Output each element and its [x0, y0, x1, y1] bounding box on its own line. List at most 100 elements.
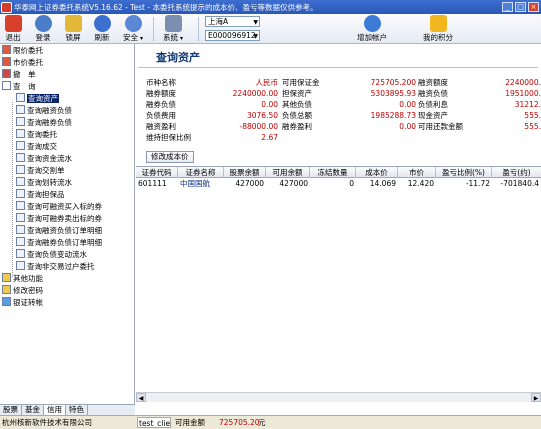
sidebar-item-query-short-debt[interactable]: 查询融券负债 [16, 117, 72, 128]
refresh-icon [93, 15, 111, 32]
system-button[interactable]: 系统 ▾ [161, 15, 185, 43]
table-cell: 14.069 [369, 179, 396, 188]
column-header[interactable]: 股票余额 [224, 167, 266, 178]
company-name: 杭州核新软件技术有限公司 [2, 418, 92, 427]
window-title: 华泰网上证券委托系统V5.16.62 - Test - 本委托系统提示的成本价、… [14, 2, 318, 12]
table-row[interactable]: 601111 中国国航 427000 427000 0 14.069 12.42… [136, 178, 541, 189]
add-account-button[interactable]: 增加帐户 [352, 15, 392, 42]
summary-label: 融券盈利 [282, 122, 312, 131]
summary-label: 负债总额 [282, 111, 312, 120]
key-icon [2, 285, 11, 294]
change-cost-button[interactable]: 修改成本价 [146, 151, 194, 163]
table-header: 证券代码 证券名称 股票余额 可用余额 冻结数量 成本价 市价 盈亏比例(%) … [136, 166, 541, 178]
close-button[interactable]: × [528, 2, 539, 12]
title-bar: 华泰网上证券委托系统V5.16.62 - Test - 本委托系统提示的成本价、… [0, 0, 541, 14]
sidebar-item-query-non-trade-transfer[interactable]: 查询非交易过户委托 [16, 261, 95, 272]
document-icon [16, 177, 25, 186]
summary-label: 其他负债 [282, 100, 312, 109]
tab-stocks[interactable]: 股票 [0, 405, 22, 415]
tree-connector [12, 102, 13, 277]
lock-screen-icon [64, 15, 82, 32]
column-header[interactable]: 证券名称 [178, 167, 224, 178]
sidebar-item-cancel-order[interactable]: 撤 单 [2, 69, 36, 80]
table-cell: 12.420 [407, 179, 434, 188]
folder-open-icon [2, 81, 11, 90]
sidebar-item-other-functions[interactable]: 其他功能 [2, 273, 43, 284]
document-icon [16, 225, 25, 234]
summary-value: -88000.00 [239, 122, 279, 131]
lock-screen-button[interactable]: 锁屏 [63, 15, 83, 42]
tab-funds[interactable]: 基金 [22, 405, 44, 415]
sidebar-item-query-margin-debt[interactable]: 查询融资负债 [16, 105, 72, 116]
scroll-right-icon[interactable]: ▶ [531, 393, 541, 402]
summary-value: 2240000.00 [232, 89, 278, 98]
tab-credit[interactable]: 信用 [44, 405, 66, 415]
sidebar-item-query-assets[interactable]: 查询资产 [16, 93, 59, 104]
chevron-down-icon: ▼ [253, 19, 258, 26]
sidebar-tree: 限价委托 市价委托 撤 单 查 询 查询资产 查询融资负债 查询融券负债 查询委… [0, 44, 135, 404]
sidebar-item-query-short-sell-targets[interactable]: 查询可融券卖出标的券 [16, 213, 102, 224]
sidebar-item-query-collateral[interactable]: 查询担保品 [16, 189, 65, 200]
sidebar-item-query-trades[interactable]: 查询成交 [16, 141, 57, 152]
maximize-button[interactable]: □ [515, 2, 526, 12]
column-header[interactable]: 盈亏比例(%) [436, 167, 492, 178]
table-cell: -11.72 [465, 179, 490, 188]
summary-value: 555. [524, 111, 541, 120]
sidebar-item-query-orders[interactable]: 查询委托 [16, 129, 57, 140]
sidebar-item-change-password[interactable]: 修改密码 [2, 285, 43, 296]
column-header[interactable]: 可用余额 [266, 167, 310, 178]
column-header[interactable]: 盈亏(约) [492, 167, 541, 178]
summary-value: 0.00 [399, 100, 416, 109]
document-icon [16, 153, 25, 162]
folder-icon [2, 273, 11, 282]
sidebar-item-query-debt-change[interactable]: 查询负债变动流水 [16, 249, 87, 260]
summary-value: 人民币 [255, 78, 279, 87]
table-cell: 中国国航 [180, 179, 210, 188]
available-funds-value: 725705.20 [219, 418, 260, 427]
my-points-button[interactable]: 我的积分 [418, 15, 458, 42]
sidebar-item-query-short-debt-detail[interactable]: 查询融券负债订单明细 [16, 237, 102, 248]
currency-unit: 元 [258, 418, 266, 427]
summary-value: 1951000. [505, 89, 541, 98]
column-header[interactable]: 成本价 [356, 167, 398, 178]
sidebar-item-market-order[interactable]: 市价委托 [2, 57, 43, 68]
sidebar-item-query-delivery[interactable]: 查询交割单 [16, 165, 65, 176]
document-icon [16, 261, 25, 270]
sidebar-item-limit-order[interactable]: 限价委托 [2, 45, 43, 56]
minimize-button[interactable]: _ [502, 2, 513, 12]
summary-label: 融券负债 [146, 100, 176, 109]
sidebar-item-query-transfer-flow[interactable]: 查询划转流水 [16, 177, 72, 188]
column-header[interactable]: 证券代码 [136, 167, 178, 178]
toolbar: 退出 登录 锁屏 刷新 安全 ▾ 系统 ▾ 上海A ▼ E000096912 ▼ 增… [0, 14, 541, 44]
summary-label: 融资负债 [418, 89, 448, 98]
status-bar: 杭州核新软件技术有限公司 test_clie 可用金额 725705.20 元 [0, 415, 541, 429]
horizontal-scrollbar[interactable]: ◀ ▶ [136, 392, 541, 402]
login-button[interactable]: 登录 [33, 15, 53, 42]
toolbar-divider [198, 17, 199, 41]
scroll-left-icon[interactable]: ◀ [136, 393, 146, 402]
summary-label: 可用还款金额 [418, 122, 463, 131]
summary-label: 担保资产 [282, 89, 312, 98]
order-icon [2, 45, 11, 54]
refresh-button[interactable]: 刷新 [92, 15, 112, 42]
account-combo[interactable]: E000096912 ▼ [205, 30, 260, 41]
bank-transfer-icon [2, 297, 11, 306]
login-icon [34, 15, 52, 32]
summary-value: 31212. [514, 100, 541, 109]
summary-label: 维持担保比例 [146, 133, 191, 142]
column-header[interactable]: 冻结数量 [310, 167, 356, 178]
sidebar-item-query-margin-debt-detail[interactable]: 查询融资负债订单明细 [16, 225, 102, 236]
sidebar-item-bank-transfer[interactable]: 银证转帐 [2, 297, 43, 308]
column-header[interactable]: 市价 [398, 167, 436, 178]
sidebar-item-query-margin-buy-targets[interactable]: 查询可融资买入标的券 [16, 201, 102, 212]
summary-label: 负债利息 [418, 100, 448, 109]
available-funds-label: 可用金额 [175, 418, 205, 427]
market-combo[interactable]: 上海A ▼ [205, 16, 260, 27]
sidebar-item-query-fund-flow[interactable]: 查询资金流水 [16, 153, 72, 164]
tab-featured[interactable]: 特色 [66, 405, 88, 415]
summary-label: 可用保证金 [282, 78, 320, 87]
sidebar-item-query[interactable]: 查 询 [2, 81, 36, 92]
exit-button[interactable]: 退出 [3, 15, 23, 42]
table-cell: -701840.4 [500, 179, 540, 188]
security-button[interactable]: 安全 ▾ [121, 15, 145, 43]
